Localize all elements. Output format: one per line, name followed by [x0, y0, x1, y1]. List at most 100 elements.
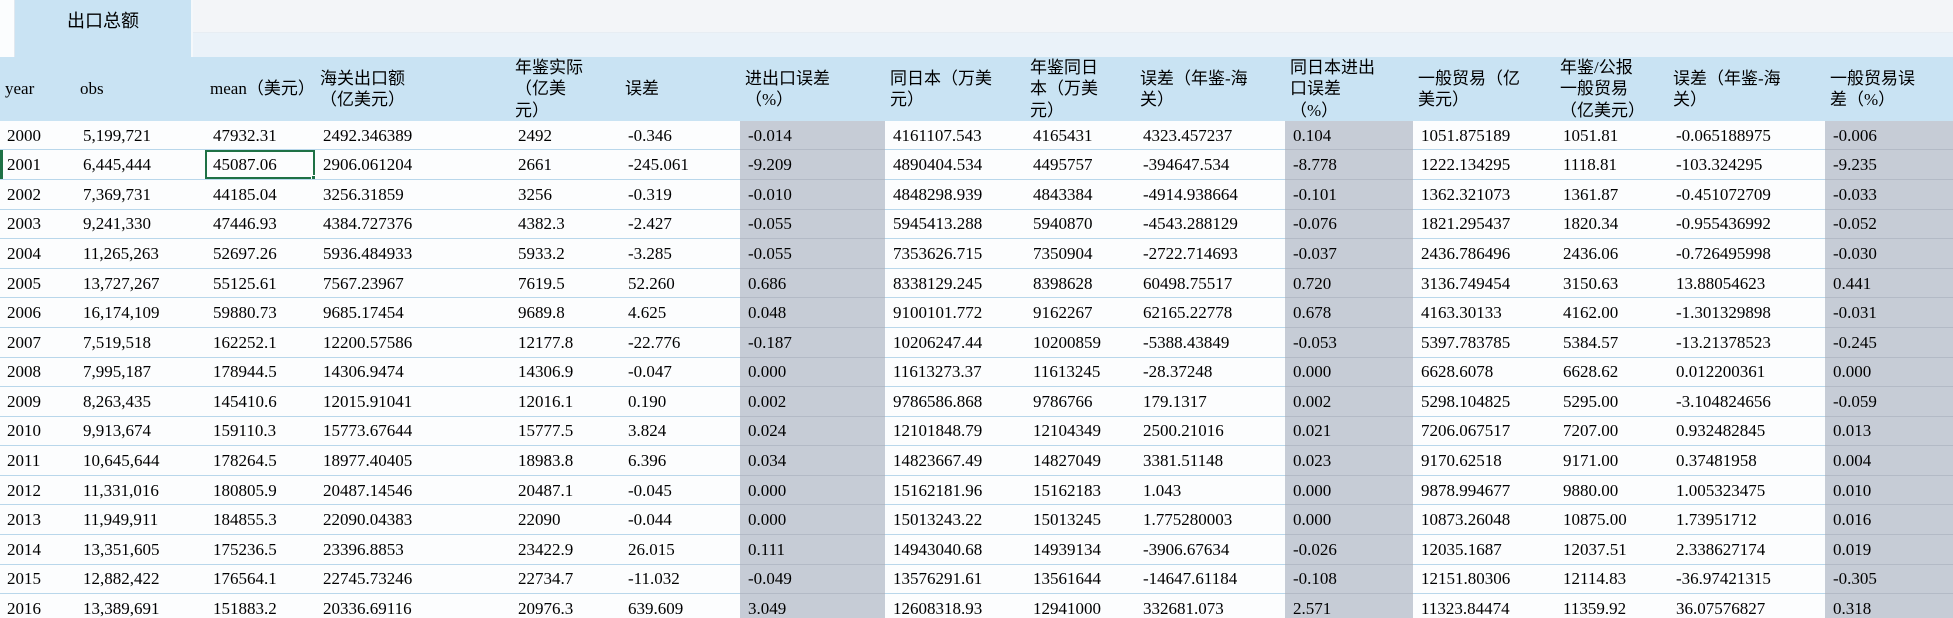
cell-general_trade[interactable]: 3136.749454 — [1413, 268, 1555, 299]
sheet-title-cell[interactable]: 出口总额 — [15, 0, 193, 57]
cell-japan_err_pct[interactable]: -8.778 — [1285, 149, 1413, 180]
cell-mean[interactable]: 178264.5 — [205, 445, 315, 476]
cell-customs_export[interactable]: 18977.40405 — [315, 445, 510, 476]
cell-year[interactable]: 2007 — [0, 327, 75, 358]
cell-error[interactable]: 52.260 — [620, 268, 740, 299]
column-header-error[interactable]: 误差 — [620, 57, 740, 121]
cell-yearbook_general[interactable]: 1051.81 — [1555, 120, 1668, 151]
cell-customs_export[interactable]: 15773.67644 — [315, 416, 510, 447]
cell-yearbook_general[interactable]: 5295.00 — [1555, 386, 1668, 417]
cell-error[interactable]: -0.346 — [620, 120, 740, 151]
cell-yearbook_actual[interactable]: 20976.3 — [510, 593, 620, 618]
cell-general_err_pct[interactable]: -0.305 — [1825, 564, 1953, 595]
cell-obs[interactable]: 6,445,444 — [75, 149, 205, 180]
cell-obs[interactable]: 7,519,518 — [75, 327, 205, 358]
cell-year[interactable]: 2004 — [0, 238, 75, 269]
cell-general_trade[interactable]: 2436.786496 — [1413, 238, 1555, 269]
cell-error_japan[interactable]: 2500.21016 — [1135, 416, 1285, 447]
cell-mean[interactable]: 47932.31 — [205, 120, 315, 151]
cell-japan_err_pct[interactable]: 0.104 — [1285, 120, 1413, 151]
cell-with_japan[interactable]: 15162181.96 — [885, 475, 1025, 506]
cell-general_trade[interactable]: 1051.875189 — [1413, 120, 1555, 151]
cell-year[interactable]: 2006 — [0, 297, 75, 328]
cell-yearbook_general[interactable]: 1361.87 — [1555, 179, 1668, 210]
cell-customs_export[interactable]: 3256.31859 — [315, 179, 510, 210]
column-header-error_general[interactable]: 误差（年鉴-海 关） — [1668, 57, 1825, 121]
cell-with_japan[interactable]: 11613273.37 — [885, 357, 1025, 388]
cell-customs_export[interactable]: 5936.484933 — [315, 238, 510, 269]
cell-japan_err_pct[interactable]: -0.076 — [1285, 209, 1413, 240]
cell-with_japan[interactable]: 14943040.68 — [885, 534, 1025, 565]
cell-year[interactable]: 2000 — [0, 120, 75, 151]
cell-general_err_pct[interactable]: -0.059 — [1825, 386, 1953, 417]
cell-general_err_pct[interactable]: -0.052 — [1825, 209, 1953, 240]
cell-error[interactable]: 639.609 — [620, 593, 740, 618]
cell-import_export_err_pct[interactable]: 0.024 — [740, 416, 885, 447]
cell-error_japan[interactable]: 332681.073 — [1135, 593, 1285, 618]
cell-customs_export[interactable]: 22745.73246 — [315, 564, 510, 595]
cell-with_japan[interactable]: 8338129.245 — [885, 268, 1025, 299]
cell-mean[interactable]: 162252.1 — [205, 327, 315, 358]
cell-error[interactable]: -0.319 — [620, 179, 740, 210]
cell-japan_err_pct[interactable]: 2.571 — [1285, 593, 1413, 618]
cell-general_trade[interactable]: 11323.84474 — [1413, 593, 1555, 618]
cell-obs[interactable]: 11,265,263 — [75, 238, 205, 269]
cell-general_trade[interactable]: 9170.62518 — [1413, 445, 1555, 476]
cell-with_japan[interactable]: 5945413.288 — [885, 209, 1025, 240]
cell-mean[interactable]: 180805.9 — [205, 475, 315, 506]
cell-error_general[interactable]: -0.451072709 — [1668, 179, 1825, 210]
cell-yearbook_with_japan[interactable]: 9162267 — [1025, 297, 1135, 328]
cell-general_err_pct[interactable]: 0.010 — [1825, 475, 1953, 506]
cell-year[interactable]: 2010 — [0, 416, 75, 447]
cell-japan_err_pct[interactable]: 0.023 — [1285, 445, 1413, 476]
cell-japan_err_pct[interactable]: -0.108 — [1285, 564, 1413, 595]
cell-error[interactable]: -22.776 — [620, 327, 740, 358]
cell-customs_export[interactable]: 12015.91041 — [315, 386, 510, 417]
cell-general_trade[interactable]: 9878.994677 — [1413, 475, 1555, 506]
cell-year[interactable]: 2003 — [0, 209, 75, 240]
cell-general_trade[interactable]: 5397.783785 — [1413, 327, 1555, 358]
cell-year[interactable]: 2016 — [0, 593, 75, 618]
cell-error_general[interactable]: -1.301329898 — [1668, 297, 1825, 328]
cell-import_export_err_pct[interactable]: 0.002 — [740, 386, 885, 417]
cell-error_japan[interactable]: 1.043 — [1135, 475, 1285, 506]
cell-yearbook_actual[interactable]: 23422.9 — [510, 534, 620, 565]
cell-year[interactable]: 2011 — [0, 445, 75, 476]
cell-yearbook_with_japan[interactable]: 12941000 — [1025, 593, 1135, 618]
cell-with_japan[interactable]: 4848298.939 — [885, 179, 1025, 210]
cell-yearbook_actual[interactable]: 14306.9 — [510, 357, 620, 388]
cell-error_general[interactable]: -103.324295 — [1668, 149, 1825, 180]
cell-yearbook_with_japan[interactable]: 11613245 — [1025, 357, 1135, 388]
cell-general_err_pct[interactable]: 0.013 — [1825, 416, 1953, 447]
column-header-yearbook_with_japan[interactable]: 年鉴同日 本（万美 元） — [1025, 57, 1135, 121]
cell-obs[interactable]: 11,949,911 — [75, 504, 205, 536]
cell-obs[interactable]: 9,913,674 — [75, 416, 205, 447]
cell-year[interactable]: 2012 — [0, 475, 75, 506]
cell-error_general[interactable]: 13.88054623 — [1668, 268, 1825, 299]
cell-yearbook_with_japan[interactable]: 8398628 — [1025, 268, 1135, 299]
column-header-obs[interactable]: obs — [75, 57, 205, 121]
cell-japan_err_pct[interactable]: 0.000 — [1285, 475, 1413, 506]
cell-yearbook_with_japan[interactable]: 14827049 — [1025, 445, 1135, 476]
cell-obs[interactable]: 5,199,721 — [75, 120, 205, 151]
cell-yearbook_with_japan[interactable]: 7350904 — [1025, 238, 1135, 269]
cell-import_export_err_pct[interactable]: 0.000 — [740, 357, 885, 388]
cell-general_err_pct[interactable]: 0.000 — [1825, 357, 1953, 388]
cell-yearbook_actual[interactable]: 4382.3 — [510, 209, 620, 240]
cell-error_general[interactable]: 0.37481958 — [1668, 445, 1825, 476]
cell-with_japan[interactable]: 14823667.49 — [885, 445, 1025, 476]
cell-import_export_err_pct[interactable]: 0.000 — [740, 475, 885, 506]
cell-mean[interactable]: 175236.5 — [205, 534, 315, 565]
cell-yearbook_with_japan[interactable]: 5940870 — [1025, 209, 1135, 240]
cell-error_japan[interactable]: -394647.534 — [1135, 149, 1285, 180]
cell-customs_export[interactable]: 22090.04383 — [315, 504, 510, 536]
cell-import_export_err_pct[interactable]: 0.111 — [740, 534, 885, 565]
cell-customs_export[interactable]: 20487.14546 — [315, 475, 510, 506]
cell-import_export_err_pct[interactable]: -0.010 — [740, 179, 885, 210]
cell-error_general[interactable]: -36.97421315 — [1668, 564, 1825, 595]
cell-error_japan[interactable]: -3906.67634 — [1135, 534, 1285, 565]
cell-general_err_pct[interactable]: 0.441 — [1825, 268, 1953, 299]
cell-yearbook_actual[interactable]: 9689.8 — [510, 297, 620, 328]
cell-yearbook_with_japan[interactable]: 12104349 — [1025, 416, 1135, 447]
cell-yearbook_general[interactable]: 9880.00 — [1555, 475, 1668, 506]
